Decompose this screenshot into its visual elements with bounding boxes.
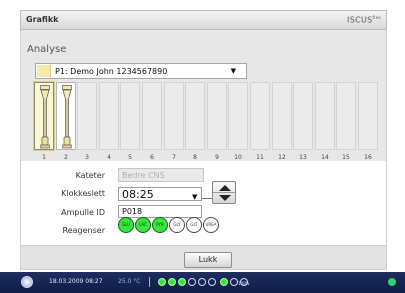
slot-number: 10	[234, 154, 242, 161]
slot-number: 14	[321, 154, 329, 161]
sample-slot[interactable]	[185, 82, 205, 150]
reagent-toggle-pyr[interactable]: PYR	[152, 217, 168, 233]
taskbar-indicator-icon	[208, 278, 216, 286]
klokkeslett-select[interactable]: 08:25	[118, 187, 202, 201]
brand-name: ISCUS	[347, 15, 373, 25]
slot-number: 11	[256, 154, 264, 161]
slot-number: 8	[193, 154, 197, 161]
grafikk-window: Grafikk ISCUSflex Analyse P1: Demo John …	[20, 10, 387, 293]
slot-number: 3	[85, 154, 89, 161]
taskbar-separator	[149, 277, 150, 287]
taskbar-indicator-icon	[198, 278, 206, 286]
taskbar-datetime: 18.03.2009 08:27	[49, 278, 103, 285]
reagent-toggle-glu[interactable]: GLU	[118, 217, 134, 233]
reagent-toggle-glt[interactable]: GLT	[186, 217, 202, 233]
taskbar-indicator-icon	[168, 278, 176, 286]
brand-suffix: flex	[372, 15, 381, 20]
taskbar-indicator-icon	[178, 278, 186, 286]
slot-number: 5	[128, 154, 132, 161]
patient-color-swatch	[37, 65, 51, 77]
button-bar: Lukk	[20, 245, 387, 270]
time-stepper[interactable]	[212, 181, 236, 204]
klokkeslett-label: Klokkeslett	[61, 189, 105, 198]
analyse-panel: Analyse P1: Demo John 1234567890 ▼ 12345…	[20, 30, 387, 161]
slot-number: 12	[278, 154, 286, 161]
sample-slots: 1 2 3 4 5 6 7 8 9 10 11 12 13 14 15 16	[34, 82, 383, 162]
sample-slot[interactable]	[315, 82, 335, 150]
stepper-divider	[213, 192, 235, 193]
slot-number: 15	[342, 154, 350, 161]
lukk-button[interactable]: Lukk	[184, 252, 232, 268]
reagent-toggle-lac[interactable]: LAC	[135, 217, 151, 233]
triangle-up-icon[interactable]	[219, 185, 231, 191]
slot-number: 13	[299, 154, 307, 161]
sample-slot[interactable]	[77, 82, 97, 150]
taskbar-percent: 100%	[238, 281, 250, 286]
taskbar-indicator-icon	[230, 278, 238, 286]
sample-slot[interactable]	[293, 82, 313, 150]
sample-slot[interactable]	[272, 82, 292, 150]
kateter-field: Bedre CNS	[118, 168, 204, 182]
status-light-icon	[388, 278, 396, 286]
vial-icon	[40, 85, 50, 149]
slot-number: 16	[364, 154, 372, 161]
patient-select-value: P1: Demo John 1234567890	[55, 67, 168, 76]
slot-number: 2	[64, 154, 68, 161]
triangle-down-icon[interactable]	[219, 195, 231, 201]
slot-number: 6	[150, 154, 154, 161]
sample-slot[interactable]	[142, 82, 162, 150]
sample-slot[interactable]	[164, 82, 184, 150]
sample-slot[interactable]	[336, 82, 356, 150]
reagenser-label: Reagenser	[62, 226, 105, 235]
brand-logo: ISCUSflex	[347, 15, 381, 25]
sample-slot[interactable]	[358, 82, 378, 150]
taskbar: 18.03.2009 08:27 25.0 °C 100%	[0, 272, 405, 293]
ampulle-label: Ampulle ID	[61, 208, 105, 217]
kateter-label: Kateter	[75, 171, 105, 180]
sample-slot[interactable]	[250, 82, 270, 150]
section-label-analyse: Analyse	[27, 44, 67, 55]
sample-slot[interactable]	[56, 82, 76, 150]
window-title: Grafikk	[26, 15, 59, 24]
title-bar: Grafikk ISCUSflex	[20, 10, 387, 30]
slot-number: 1	[42, 154, 46, 161]
taskbar-indicator-icon	[220, 278, 228, 286]
slot-number: 7	[172, 154, 176, 161]
sample-slot[interactable]	[228, 82, 248, 150]
taskbar-temperature: 25.0 °C	[118, 278, 141, 285]
sample-slot[interactable]	[99, 82, 119, 150]
taskbar-indicator-icon	[158, 278, 166, 286]
vial-icon	[62, 85, 72, 149]
taskbar-indicator-icon	[188, 278, 196, 286]
time-dropdown-arrow-icon[interactable]: ▼	[192, 193, 197, 201]
reagent-toggle-gly[interactable]: GLY	[169, 217, 185, 233]
patient-select[interactable]: P1: Demo John 1234567890 ▼	[35, 63, 247, 79]
slot-number: 4	[107, 154, 111, 161]
sample-form: Kateter Bedre CNS Klokkeslett 08:25 ▼ Am…	[20, 161, 387, 245]
sample-slot[interactable]	[34, 82, 54, 150]
sample-slot[interactable]	[207, 82, 227, 150]
klokkeslett-value: 08:25	[122, 188, 154, 201]
sample-slot[interactable]	[120, 82, 140, 150]
dropdown-arrow-icon: ▼	[230, 67, 236, 75]
start-orb-icon[interactable]	[21, 276, 33, 288]
reagent-toggle-urea[interactable]: UREA	[203, 217, 219, 233]
slot-number: 9	[215, 154, 219, 161]
